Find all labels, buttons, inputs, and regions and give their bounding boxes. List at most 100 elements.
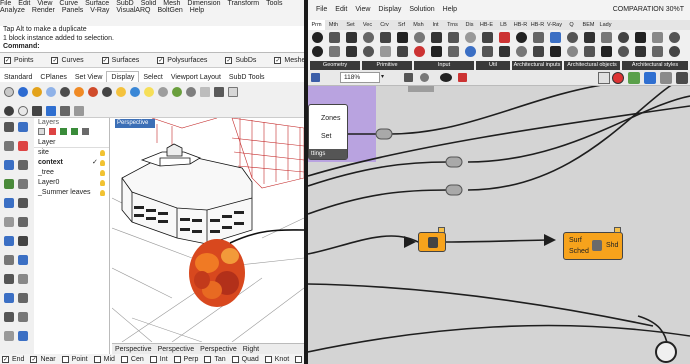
gh-menu-item-solution[interactable]: Solution [409, 0, 434, 20]
show-icon[interactable] [46, 106, 56, 116]
menu-item-panels[interactable]: Panels [62, 7, 83, 14]
layer-visible-icon[interactable] [100, 180, 105, 186]
move-up-icon[interactable] [59, 128, 67, 135]
cluster-node[interactable]: Zones Set ttings [308, 104, 348, 160]
layer-row[interactable]: _tree [34, 168, 109, 178]
cluster-input-zones[interactable]: Zones [321, 115, 340, 122]
ribbon-group-util[interactable]: Util [476, 61, 510, 70]
component-icon[interactable] [380, 46, 391, 57]
menu-item-render[interactable]: Render [32, 7, 55, 14]
ribbon-group-arch-inputs[interactable]: Architectural inputs [512, 61, 562, 70]
filter-surfaces[interactable]: ✓ Surfaces [101, 56, 139, 64]
checkbox[interactable] [173, 355, 181, 363]
preview-mode-icon-6[interactable] [676, 72, 688, 84]
ribbon-group-arch-styles[interactable]: Architectural styles [622, 61, 688, 70]
move-down-icon[interactable] [70, 128, 78, 135]
component-icon[interactable] [448, 32, 459, 43]
preview-mode-icon-2[interactable] [612, 72, 624, 84]
menu-item-dimension[interactable]: Dimension [187, 0, 220, 7]
checkbox[interactable]: ✓ [2, 355, 9, 363]
osnap-near[interactable]: ✓ Near [30, 355, 56, 363]
gray-sphere-icon[interactable] [158, 87, 168, 97]
save-icon[interactable] [311, 73, 320, 82]
menu-item-subd[interactable]: SubD [116, 0, 134, 7]
osnap-cen[interactable]: Cen [120, 355, 144, 363]
checkbox[interactable] [264, 355, 272, 363]
gh-tab-srf[interactable]: Srf [393, 20, 410, 30]
checkbox[interactable]: ✓ [274, 56, 282, 64]
preview-mode-icon-3[interactable] [628, 72, 640, 84]
filter-icon[interactable] [81, 128, 89, 135]
component-icon[interactable] [380, 32, 391, 43]
clipping-icon[interactable] [228, 87, 238, 97]
tool-icon[interactable] [18, 236, 28, 246]
viewport-title[interactable]: Perspective [115, 119, 155, 128]
input-surf[interactable]: Surf [569, 237, 582, 244]
component-icon[interactable] [516, 46, 527, 57]
tool-icon[interactable] [18, 312, 28, 322]
component-icon[interactable] [329, 32, 340, 43]
new-layer-icon[interactable] [38, 128, 45, 135]
perspective-viewport[interactable] [112, 118, 304, 342]
layer-visible-icon[interactable] [100, 150, 105, 156]
ribbon-group-arch-objects[interactable]: Architectural objects [564, 61, 620, 70]
delete-layer-icon[interactable] [48, 128, 56, 135]
capture-icon[interactable] [214, 87, 224, 97]
tool-icon[interactable] [4, 312, 14, 322]
filter-subds[interactable]: ✓ SubDs [225, 56, 256, 64]
component-icon[interactable] [618, 46, 629, 57]
tool-icon[interactable] [4, 217, 14, 227]
component-icon[interactable] [346, 32, 357, 43]
component-icon[interactable] [550, 46, 561, 57]
gh-tab-msh[interactable]: Msh [410, 20, 427, 30]
zoom-field[interactable]: 118% [340, 72, 380, 83]
output-shd[interactable]: Shd [606, 242, 618, 249]
checkbox[interactable] [231, 355, 239, 363]
tool-icon[interactable] [4, 160, 14, 170]
osnap-knot[interactable]: Knot [264, 355, 289, 363]
tool-icon[interactable] [18, 255, 28, 265]
filter-points[interactable]: ✓ Points [4, 56, 33, 64]
component-icon[interactable] [635, 32, 646, 43]
component-icon[interactable] [329, 46, 340, 57]
gh-tab-prm[interactable]: Prm [308, 20, 325, 30]
tool-icon[interactable] [18, 217, 28, 227]
wireframe-icon[interactable] [4, 87, 14, 97]
checkbox[interactable]: ✓ [4, 56, 11, 64]
light-icon[interactable] [130, 87, 140, 97]
pen-icon[interactable] [458, 73, 467, 82]
checkbox[interactable] [149, 355, 157, 363]
menu-item-file[interactable]: File [0, 0, 11, 7]
tool-icon[interactable] [4, 331, 14, 341]
ribbon-group-input[interactable]: Input [414, 61, 474, 70]
menu-item-mesh[interactable]: Mesh [163, 0, 180, 7]
menu-item-transform[interactable]: Transform [228, 0, 260, 7]
tool-icon[interactable] [4, 293, 14, 303]
gh-tab-dis[interactable]: Dis [461, 20, 478, 30]
component-icon[interactable] [652, 32, 663, 43]
osnap-int[interactable]: Int [149, 355, 168, 363]
preview-mode-icon-4[interactable] [644, 72, 656, 84]
tool-icon[interactable] [18, 331, 28, 341]
layer-row[interactable]: site [34, 148, 109, 158]
checkbox[interactable] [295, 355, 303, 363]
gh-tab-q[interactable]: Q [563, 20, 580, 30]
gh-tab-lady[interactable]: Lady [597, 20, 614, 30]
component-icon[interactable] [635, 46, 646, 57]
component-icon[interactable] [397, 46, 408, 57]
component-icon[interactable] [414, 32, 425, 43]
component-icon[interactable] [618, 32, 629, 43]
menu-item-solid[interactable]: Solid [141, 0, 157, 7]
component-icon[interactable] [567, 46, 578, 57]
tool-icon[interactable] [4, 198, 14, 208]
hide-icon[interactable] [32, 106, 42, 116]
preview-mode-icon-5[interactable] [660, 72, 672, 84]
checkbox[interactable] [93, 355, 101, 363]
checkbox[interactable]: ✓ [157, 56, 165, 64]
checkbox[interactable]: ✓ [225, 56, 233, 64]
component-icon[interactable] [584, 32, 595, 43]
ribbon-group-geometry[interactable]: Geometry [310, 61, 360, 70]
lock-icon[interactable] [60, 106, 70, 116]
component-icon[interactable] [431, 46, 442, 57]
input-sched[interactable]: Sched [569, 248, 589, 255]
